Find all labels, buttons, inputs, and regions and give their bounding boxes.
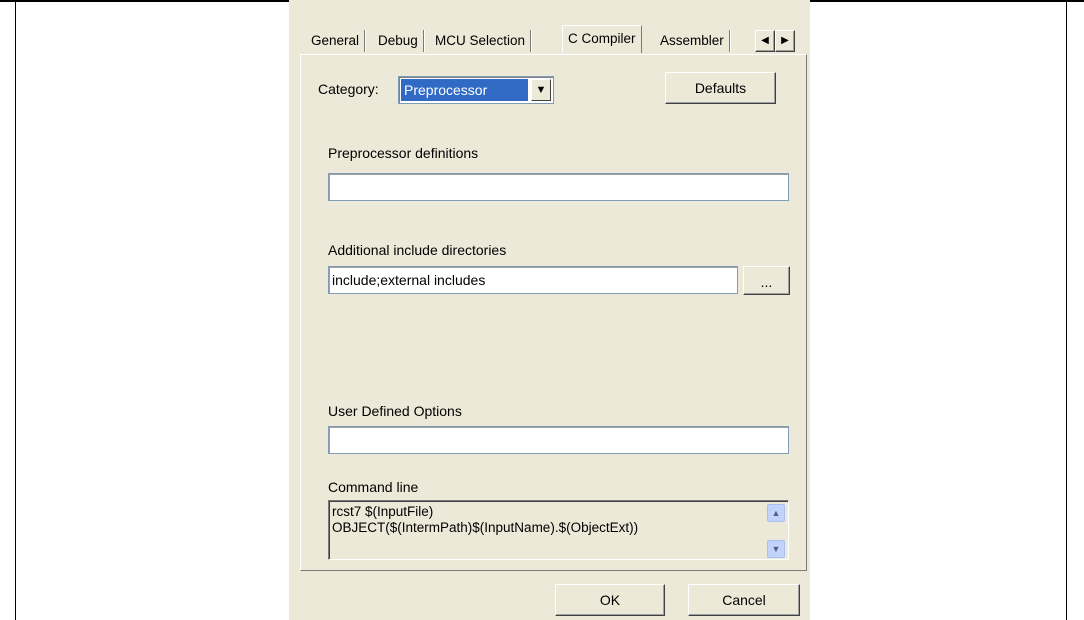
category-selected-value: Preprocessor: [401, 79, 528, 101]
chevron-down-icon[interactable]: ▼: [531, 79, 551, 101]
project-settings-dialog: General Debug MCU Selection C Compiler A…: [289, 0, 810, 620]
frame-left-line: [15, 0, 16, 620]
frame-right-line: [1066, 0, 1067, 620]
user-defined-options-label: User Defined Options: [328, 403, 462, 419]
tab-c-compiler[interactable]: C Compiler: [562, 25, 642, 53]
tab-mcu-selection[interactable]: MCU Selection: [430, 30, 532, 52]
ok-button[interactable]: OK: [555, 584, 665, 616]
tab-scroll-left-icon[interactable]: ◀: [755, 30, 775, 52]
tab-debug[interactable]: Debug: [373, 30, 424, 52]
tab-scroll-right-icon[interactable]: ▶: [775, 30, 795, 52]
command-line-text-2: OBJECT($(IntermPath)$(InputName).$(Objec…: [332, 520, 639, 535]
scroll-up-icon[interactable]: ▲: [767, 504, 785, 522]
preprocessor-definitions-input[interactable]: [328, 173, 789, 201]
tab-strip: General Debug MCU Selection C Compiler A…: [289, 24, 810, 54]
command-line-label: Command line: [328, 479, 419, 495]
defaults-button[interactable]: Defaults: [665, 72, 776, 104]
user-defined-options-input[interactable]: [328, 426, 789, 454]
include-directories-label: Additional include directories: [328, 242, 507, 258]
category-label: Category:: [318, 81, 379, 97]
scroll-down-icon[interactable]: ▼: [767, 540, 785, 558]
tab-assembler[interactable]: Assembler: [655, 30, 730, 52]
category-dropdown[interactable]: Preprocessor ▼: [398, 76, 554, 104]
preprocessor-definitions-label: Preprocessor definitions: [328, 145, 479, 161]
browse-include-button[interactable]: ...: [743, 266, 790, 295]
command-line-text-1: rcst7 $(InputFile): [332, 504, 434, 519]
cancel-button[interactable]: Cancel: [688, 584, 800, 616]
tab-general[interactable]: General: [306, 30, 366, 52]
include-directories-input[interactable]: include;external includes: [328, 266, 738, 294]
command-line-box[interactable]: rcst7 $(InputFile) OBJECT($(IntermPath)$…: [328, 500, 789, 560]
